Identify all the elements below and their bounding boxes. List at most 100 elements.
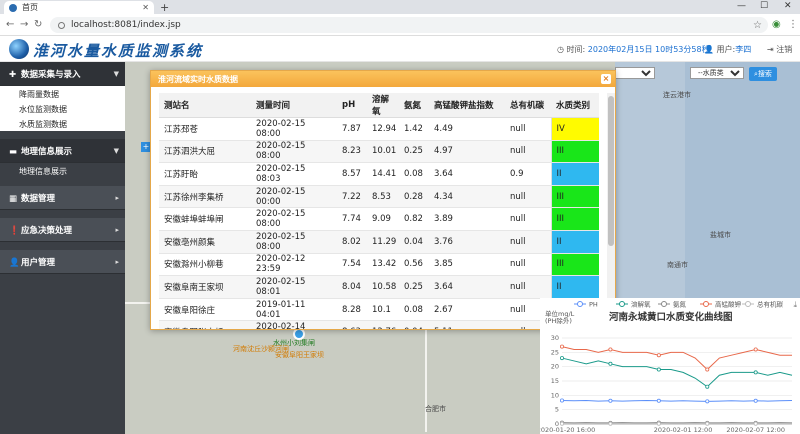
- table-cell: 2020-02-15 08:00: [251, 207, 337, 231]
- table-cell: 8.02: [337, 230, 367, 254]
- table-cell: 0.25: [399, 275, 429, 299]
- water-grade-cell: II: [550, 275, 599, 299]
- table-cell: 7.87: [337, 117, 367, 141]
- data-point: [705, 367, 710, 372]
- info-icon[interactable]: [58, 21, 65, 29]
- back-icon[interactable]: ←: [6, 19, 14, 30]
- water-quality-select[interactable]: --水质类别--: [690, 67, 744, 79]
- table-cell: 10.1: [367, 298, 399, 322]
- water-grade-cell: III: [550, 140, 599, 164]
- column-header: 氨氮: [399, 93, 429, 118]
- data-point: [656, 353, 661, 358]
- scrollbar-thumb[interactable]: [608, 96, 614, 246]
- table-cell: 2020-02-15 08:00: [251, 140, 337, 164]
- table-row[interactable]: 江苏盱眙 2020-02-15 08:03 8.57 14.41 0.08 3.64 0.9…: [159, 162, 599, 186]
- table-cell: 安徽阜阳张大桥: [159, 320, 251, 329]
- data-point: [705, 421, 710, 426]
- y-tick-label: 25: [551, 348, 559, 356]
- table-row[interactable]: 安徽阜阳徐庄 2019-01-11 04:01 8.28 10.1 0.08 2.67 nu…: [159, 298, 599, 322]
- water-grade-cell: II: [550, 162, 599, 186]
- search-button[interactable]: ⌕搜索: [749, 67, 777, 81]
- menu-user-management[interactable]: 👤 用户管理 ▸: [0, 250, 125, 274]
- maximize-icon[interactable]: ☐: [760, 1, 768, 11]
- menu-data-collection[interactable]: ✚ 数据采集与录入 ▼: [0, 62, 125, 86]
- table-row[interactable]: 安徽阜阳张大桥2020-02-14 16:008.6312.760.045.11…: [159, 320, 599, 329]
- logout-link[interactable]: ⇥ 注销: [767, 44, 792, 55]
- map-label: 连云港市: [663, 91, 691, 99]
- column-header: 高锰酸钾盐指数: [429, 93, 505, 118]
- user-name[interactable]: 李四: [735, 45, 751, 54]
- menu-label: 数据管理: [21, 193, 56, 204]
- legend-label: 总有机碳: [757, 300, 784, 309]
- url-field[interactable]: localhost:8081/index.jsp ☆: [50, 17, 768, 33]
- data-point: [559, 356, 564, 361]
- table-row[interactable]: 江苏邳苍 2020-02-15 08:00 7.87 12.94 1.42 4.49 nul…: [159, 117, 599, 141]
- chat-icon: ▬: [9, 146, 18, 157]
- new-tab-icon[interactable]: +: [160, 1, 169, 14]
- menu-data-management[interactable]: ▦ 数据管理 ▸: [0, 186, 125, 210]
- water-quality-modal: 淮河流域实时水质数据 × 测站名 测量时间 pH 溶解氧 氨氮 高锰酸钾盐指数 总有机碳 水质…: [150, 70, 616, 330]
- table-cell: 安徽阜阳徐庄: [159, 298, 251, 322]
- column-header: 测站名: [159, 93, 251, 118]
- close-window-icon[interactable]: ✕: [784, 1, 792, 11]
- table-cell: 3.64: [429, 162, 505, 186]
- close-tab-icon[interactable]: ✕: [142, 3, 149, 12]
- table-cell: 2.67: [429, 298, 505, 322]
- menu-label: 地理信息展示: [21, 146, 73, 157]
- extension-icon[interactable]: ◉: [772, 19, 781, 30]
- y-tick-label: 15: [551, 377, 559, 385]
- table-cell: 0.04: [399, 230, 429, 254]
- plus-icon: ✚: [9, 69, 17, 80]
- sidebar-item-geo-display[interactable]: 地理信息展示: [0, 163, 125, 178]
- globe-logo-icon: [9, 39, 29, 59]
- table-cell: 江苏邳苍: [159, 117, 251, 141]
- menu-icon[interactable]: ⋮: [788, 19, 798, 30]
- table-cell: 7.54: [337, 253, 367, 277]
- table-cell: 安徽阜南王家坝: [159, 275, 251, 299]
- forward-icon[interactable]: →: [20, 19, 28, 30]
- table-cell: 11.29: [367, 230, 399, 254]
- sidebar-item-water-quality[interactable]: 水质监测数据: [0, 116, 125, 131]
- water-grade-cell: III: [550, 253, 599, 277]
- map-filter-select[interactable]: [615, 67, 655, 79]
- address-bar: ← → ↻ localhost:8081/index.jsp ☆ ◉ ⋮: [0, 14, 800, 36]
- legend-label: 氨氮: [673, 300, 687, 309]
- legend-marker: [619, 301, 625, 307]
- table-cell: 9.09: [367, 207, 399, 231]
- table-cell: null: [505, 275, 551, 299]
- table-cell: 安徽亳州颜集: [159, 230, 251, 254]
- y-axis-label: (PH除外): [545, 316, 572, 325]
- table-cell: 7.74: [337, 207, 367, 231]
- sidebar-item-rainfall[interactable]: 降雨量数据: [0, 86, 125, 101]
- browser-tab[interactable]: 首页 ✕: [4, 1, 154, 14]
- download-icon[interactable]: ⤓: [793, 300, 797, 310]
- column-header: 溶解氧: [367, 93, 399, 118]
- table-cell: 3.85: [429, 253, 505, 277]
- close-icon[interactable]: ×: [601, 74, 611, 84]
- sidebar-item-water-level[interactable]: 水位监测数据: [0, 101, 125, 116]
- table-row[interactable]: 安徽阜南王家坝 2020-02-15 08:01 8.04 10.58 0.25 3.64…: [159, 275, 599, 299]
- table-cell: 安徽滁州小柳巷: [159, 253, 251, 277]
- table-row[interactable]: 江苏徐州李集桥 2020-02-15 00:00 7.22 8.53 0.28 4.34 n…: [159, 185, 599, 209]
- table-cell: 江苏泗洪大屈: [159, 140, 251, 164]
- table-cell: null: [505, 140, 551, 164]
- minimize-icon[interactable]: —: [737, 1, 746, 11]
- table-cell: null: [505, 253, 551, 277]
- bookmark-star-icon[interactable]: ☆: [753, 20, 762, 31]
- table-cell: null: [505, 230, 551, 254]
- column-header: pH: [337, 93, 367, 118]
- table-cell: 2020-02-15 08:00: [251, 230, 337, 254]
- menu-emergency[interactable]: ❗ 应急决策处理 ▸: [0, 218, 125, 242]
- logout-label: 注销: [776, 45, 793, 54]
- table-cell: 4.97: [429, 140, 505, 164]
- table-row[interactable]: 江苏泗洪大屈 2020-02-15 08:00 8.23 10.01 0.25 4.97 n…: [159, 140, 599, 164]
- modal-body[interactable]: 测站名 测量时间 pH 溶解氧 氨氮 高锰酸钾盐指数 总有机碳 水质类别 江苏邳苍 2020-0…: [159, 93, 599, 329]
- data-point: [753, 370, 758, 375]
- menu-geo-display[interactable]: ▬ 地理信息展示 ▼: [0, 139, 125, 163]
- table-cell: 13.42: [367, 253, 399, 277]
- table-row[interactable]: 安徽蚌埠蚌埠闸 2020-02-15 08:00 7.74 9.09 0.82 3.89 n…: [159, 207, 599, 231]
- reload-icon[interactable]: ↻: [34, 19, 42, 30]
- table-row[interactable]: 安徽亳州颜集 2020-02-15 08:00 8.02 11.29 0.04 3.76 n…: [159, 230, 599, 254]
- table-row[interactable]: 安徽滁州小柳巷 2020-02-12 23:59 7.54 13.42 0.56 3.85…: [159, 253, 599, 277]
- data-point: [559, 398, 564, 403]
